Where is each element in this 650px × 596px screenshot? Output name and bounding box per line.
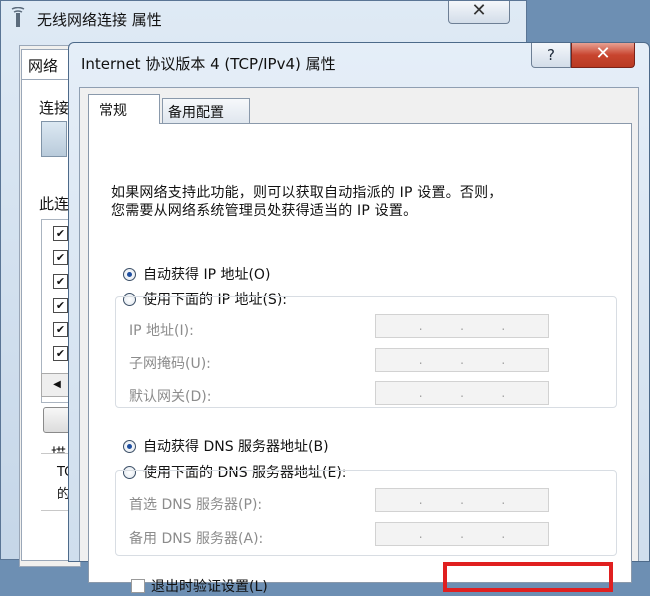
ip-dot: . — [418, 493, 423, 507]
preferred-dns-label: 首选 DNS 服务器(P): — [129, 497, 263, 513]
default-gateway-input[interactable]: ... — [375, 381, 549, 405]
component-checkbox[interactable]: ✔ — [53, 274, 68, 289]
radio-button-selected[interactable] — [123, 439, 136, 453]
ip-dot: . — [460, 493, 464, 507]
advanced-button-highlight[interactable] — [443, 562, 613, 592]
help-button[interactable]: ? — [531, 43, 571, 68]
intro-text-line-1: 如果网络支持此功能，则可以获取自动指派的 IP 设置。否则， — [111, 185, 503, 201]
intro-text-line-2: 您需要从网络系统管理员处获得适当的 IP 设置。 — [111, 203, 418, 219]
connect-using-label: 连接 — [39, 99, 70, 117]
tab-alternate-label: 备用配置 — [168, 105, 224, 121]
validate-on-exit-label: 退出时验证设置(L) — [151, 579, 268, 595]
back-window-title: 无线网络连接 属性 — [37, 11, 162, 29]
ip-dot: . — [460, 386, 464, 400]
component-checkbox[interactable]: ✔ — [53, 298, 68, 313]
component-checkbox[interactable]: ✔ — [53, 346, 68, 361]
subnet-mask-input[interactable]: ... — [375, 348, 549, 372]
tab-general[interactable]: 常规 — [88, 94, 160, 124]
dialog-content: 常规 备用配置 如果网络支持此功能，则可以获取自动指派的 IP 设置。否则， 您… — [79, 87, 639, 595]
radio-auto-dns[interactable]: 自动获得 DNS 服务器地址(B) — [123, 436, 329, 456]
ip-dot: . — [460, 319, 464, 333]
back-window-close-button[interactable]: ✕ — [448, 1, 510, 24]
radio-auto-ip-label: 自动获得 IP 地址(O) — [143, 267, 271, 283]
alternate-dns-input[interactable]: ... — [375, 522, 549, 546]
radio-button-selected[interactable] — [123, 267, 136, 281]
this-connection-label: 此连 — [39, 195, 70, 213]
close-button[interactable]: ✕ — [571, 43, 635, 68]
component-checkbox[interactable]: ✔ — [53, 322, 68, 337]
ip-dot: . — [418, 386, 423, 400]
alternate-dns-label: 备用 DNS 服务器(A): — [129, 531, 264, 547]
network-adapter-icon — [11, 7, 25, 27]
general-tab-panel: 如果网络支持此功能，则可以获取自动指派的 IP 设置。否则， 您需要从网络系统管… — [88, 123, 632, 595]
ip-address-label: IP 地址(I): — [129, 323, 194, 339]
back-tab-label: 网络 — [28, 57, 59, 75]
validate-on-exit-checkbox[interactable] — [131, 579, 145, 593]
ip-dot: . — [501, 493, 506, 507]
back-tab-networking[interactable]: 网络 — [21, 49, 75, 80]
ip-dot: . — [418, 353, 423, 367]
preferred-dns-input[interactable]: ... — [375, 488, 549, 512]
radio-auto-dns-label: 自动获得 DNS 服务器地址(B) — [143, 439, 329, 455]
component-checkbox[interactable]: ✔ — [53, 250, 68, 265]
validate-on-exit-row[interactable]: 退出时验证设置(L) — [131, 576, 268, 596]
dialog-title: Internet 协议版本 4 (TCP/IPv4) 属性 — [81, 55, 336, 73]
tab-general-label: 常规 — [99, 103, 127, 119]
radio-auto-ip[interactable]: 自动获得 IP 地址(O) — [123, 264, 270, 284]
ip-address-input[interactable]: ... — [375, 314, 549, 338]
tcp-ipv4-properties-dialog: Internet 协议版本 4 (TCP/IPv4) 属性 ? ✕ 常规 备用配… — [68, 42, 650, 595]
back-window-titlebar: 无线网络连接 属性 ✕ — [1, 1, 526, 37]
default-gateway-label: 默认网关(D): — [129, 389, 212, 405]
ip-dot: . — [460, 353, 464, 367]
tab-alternate-configuration[interactable]: 备用配置 — [162, 98, 250, 124]
ip-dot: . — [501, 353, 506, 367]
component-checkbox[interactable]: ✔ — [53, 226, 68, 241]
ip-dot: . — [501, 319, 506, 333]
subnet-mask-label: 子网掩码(U): — [129, 356, 211, 372]
ip-dot: . — [418, 319, 423, 333]
ip-dot: . — [501, 386, 506, 400]
adapter-icon — [41, 121, 67, 157]
